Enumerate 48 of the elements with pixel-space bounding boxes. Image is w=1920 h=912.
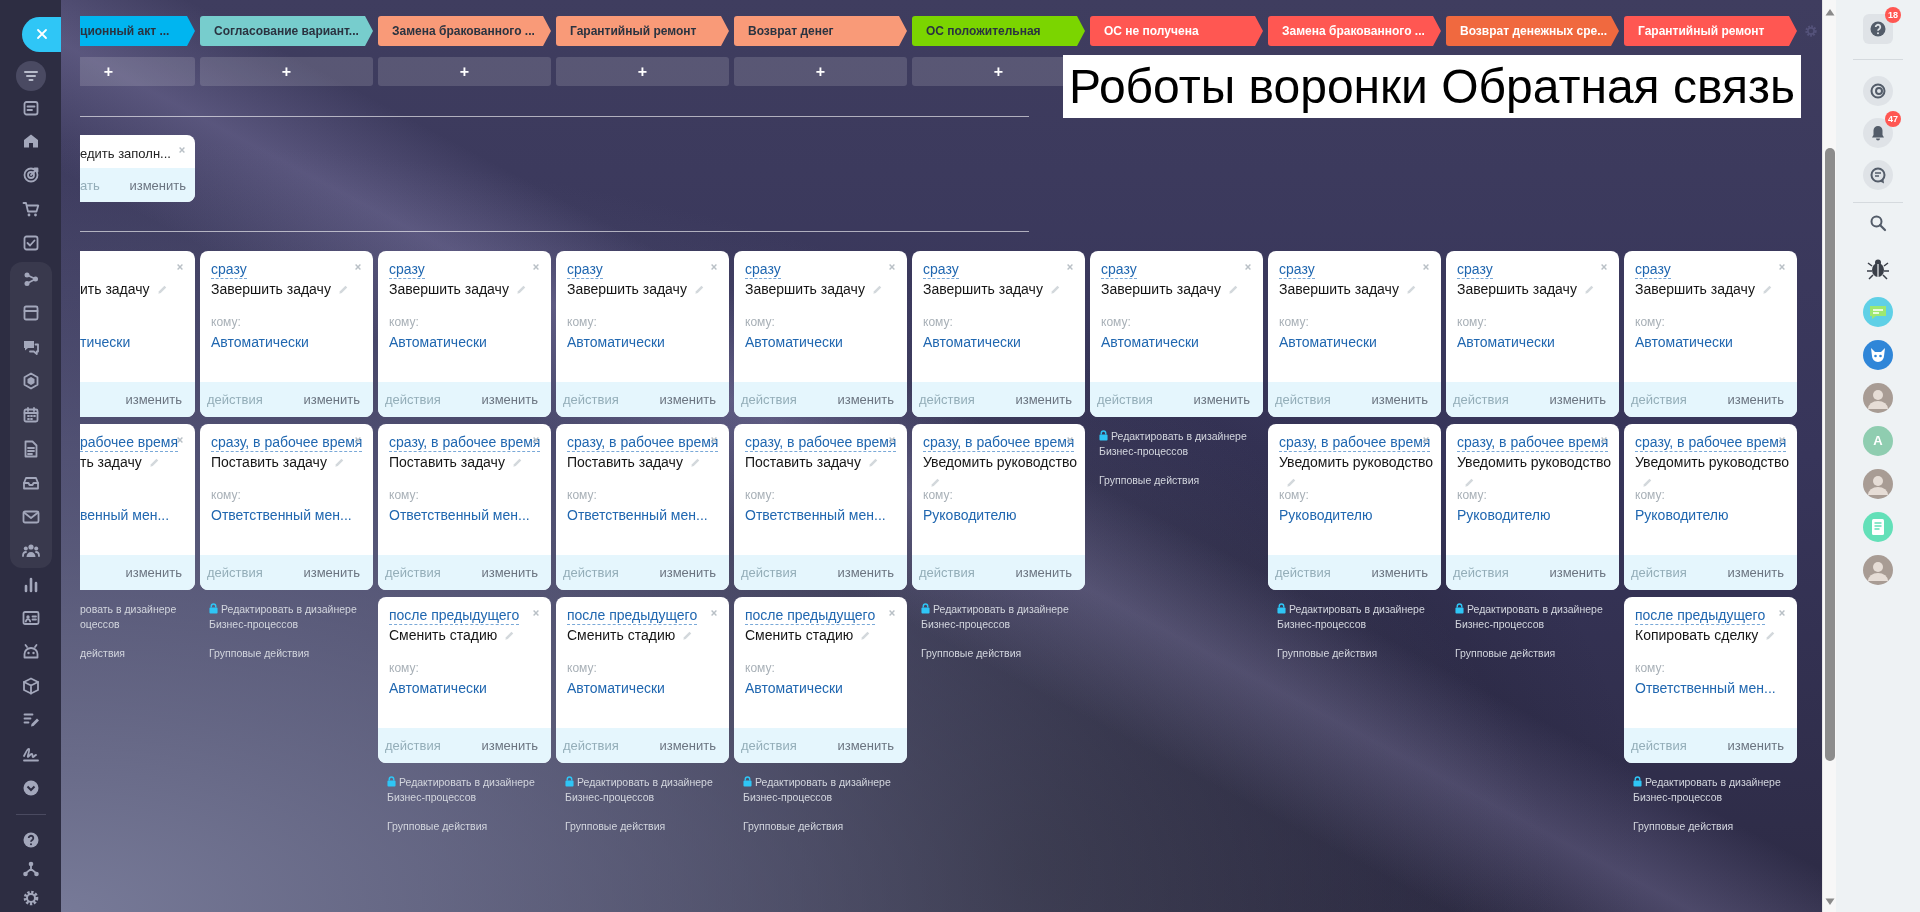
recipient-label: кому: — [1457, 315, 1487, 329]
robot-title: Завершить задачу — [1279, 281, 1399, 297]
robot-title: Поставить задачу — [567, 454, 683, 470]
recipient-label: кому: — [1635, 315, 1665, 329]
recipient-label: кому: — [1635, 488, 1665, 502]
robot-title: Завершить задачу — [1101, 281, 1221, 297]
recipient-label: кому: — [1279, 315, 1309, 329]
robot-title: Копировать сделку — [1635, 627, 1759, 643]
robot-title: Уведомить руководство — [1457, 454, 1611, 470]
recipient-label: кому: — [923, 315, 953, 329]
robot-title: Завершить задачу — [745, 281, 865, 297]
robot-title: ить задачу — [80, 281, 150, 297]
recipient-label: кому: — [745, 315, 775, 329]
robot-title: Уведомить руководство — [923, 454, 1077, 470]
trigger-title: едить заполн... — [80, 146, 171, 161]
count-badge: 47 — [1885, 111, 1901, 127]
title-overlay: Роботы воронки Обратная связь — [1063, 55, 1801, 118]
recipient-label: кому: — [389, 661, 419, 675]
recipient-label: кому: — [745, 488, 775, 502]
recipient-label: кому: — [211, 315, 241, 329]
robot-title: Уведомить руководство — [1635, 454, 1789, 470]
recipient-label: кому: — [389, 315, 419, 329]
recipient-label: кому: — [745, 661, 775, 675]
recipient-label: кому: — [567, 488, 597, 502]
robot-title: Сменить стадию — [389, 627, 498, 643]
robot-title: Завершить задачу — [211, 281, 331, 297]
robot-title: Поставить задачу — [389, 454, 505, 470]
robot-title: ть задачу — [80, 454, 142, 470]
recipient-label: кому: — [923, 488, 953, 502]
recipient-label: кому: — [1279, 488, 1309, 502]
recipient-label: кому: — [1457, 488, 1487, 502]
robot-title: Поставить задачу — [745, 454, 861, 470]
recipient-label: кому: — [567, 315, 597, 329]
robot-title: Завершить задачу — [1635, 281, 1755, 297]
count-badge: 18 — [1885, 7, 1901, 23]
robot-title: Сменить стадию — [745, 627, 854, 643]
robot-title: Завершить задачу — [389, 281, 509, 297]
robot-title: Уведомить руководство — [1279, 454, 1433, 470]
recipient-label: кому: — [211, 488, 241, 502]
recipient-label: кому: — [567, 661, 597, 675]
robot-title: Сменить стадию — [567, 627, 676, 643]
recipient-label: кому: — [389, 488, 419, 502]
robot-title: Завершить задачу — [1457, 281, 1577, 297]
robot-title: Поставить задачу — [211, 454, 327, 470]
robot-title: Завершить задачу — [567, 281, 687, 297]
robot-title: Завершить задачу — [923, 281, 1043, 297]
recipient-label: кому: — [1101, 315, 1131, 329]
recipient-label: кому: — [1635, 661, 1665, 675]
